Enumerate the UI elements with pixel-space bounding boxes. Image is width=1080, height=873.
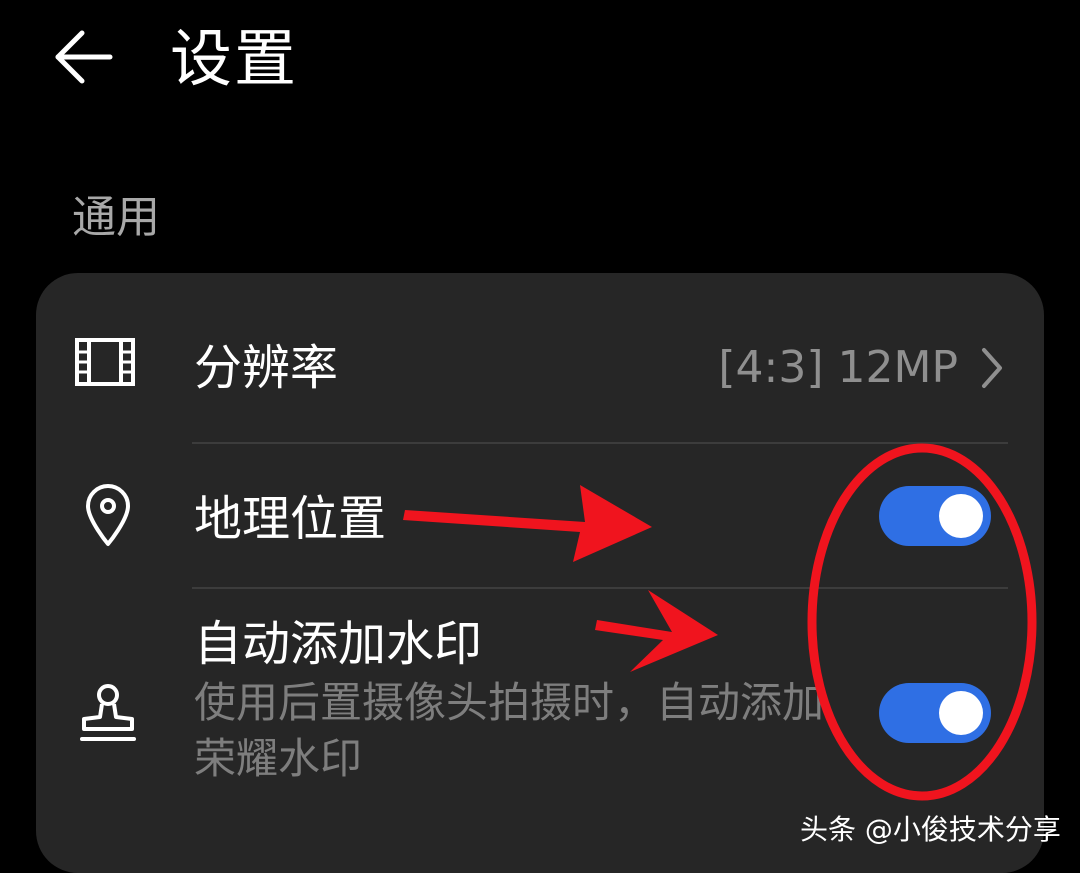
resolution-label: 分辨率 (194, 340, 339, 396)
resolution-value: [4:3] 12MP (718, 342, 958, 393)
header: 设置 (0, 0, 1080, 130)
watermark-text: 头条 @小俊技术分享 (800, 813, 1061, 846)
location-label: 地理位置 (194, 491, 387, 547)
page-title: 设置 (170, 22, 299, 95)
toggle-knob (939, 494, 983, 538)
location-toggle[interactable] (879, 486, 991, 546)
back-button[interactable] (48, 22, 118, 92)
location-row[interactable]: 地理位置 (36, 444, 1044, 588)
toggle-knob (939, 691, 983, 735)
film-frame-icon (75, 338, 135, 386)
arrow-left-icon (55, 30, 113, 84)
section-label: 通用 (72, 192, 160, 243)
settings-card: 分辨率 [4:3] 12MP 地理位置 自动添加水印 使用后置摄像头拍摄时，自动… (36, 273, 1044, 873)
resolution-row[interactable]: 分辨率 [4:3] 12MP (36, 273, 1044, 443)
location-pin-icon (86, 484, 130, 546)
stamp-icon (80, 684, 136, 741)
chevron-right-icon (982, 348, 1002, 388)
watermark-toggle[interactable] (879, 683, 991, 743)
watermark-label: 自动添加水印 (194, 616, 483, 672)
watermark-description: 使用后置摄像头拍摄时，自动添加荣耀水印 (194, 678, 825, 783)
watermark-row[interactable]: 自动添加水印 使用后置摄像头拍摄时，自动添加荣耀水印 (36, 589, 1044, 829)
